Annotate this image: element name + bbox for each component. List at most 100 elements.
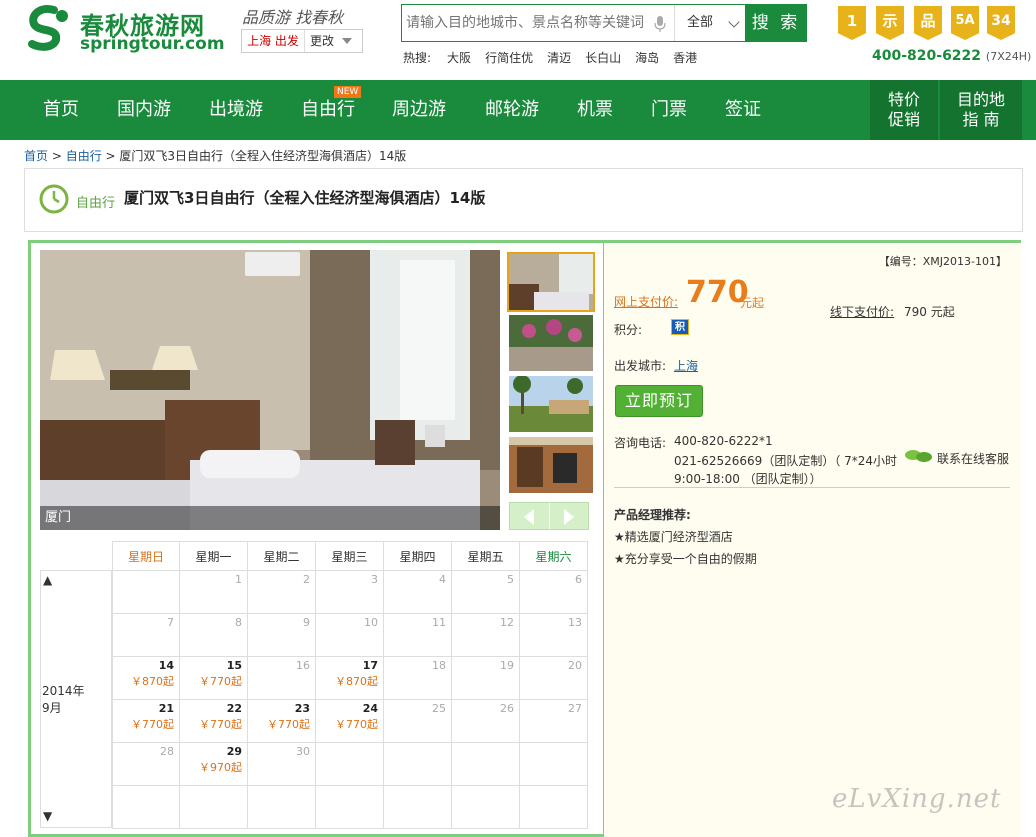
- calendar-day-cell[interactable]: 17 ￥870起: [316, 657, 384, 700]
- breadcrumb-free-travel[interactable]: 自由行: [66, 149, 102, 163]
- calendar-day-cell: 3: [316, 571, 384, 614]
- site-header: 春秋旅游网 springtour.com 品质游 找春秋 上海 出发 更改 全部…: [0, 0, 1036, 80]
- consult-phone-line: 021-62526669（团队定制）（ 7*24小时: [674, 454, 898, 468]
- main-photo[interactable]: [40, 250, 500, 530]
- nav-item-cruise[interactable]: 邮轮游: [485, 80, 539, 140]
- nav-item-flights[interactable]: 机票: [577, 80, 613, 140]
- departure-change-link[interactable]: 更改: [310, 30, 334, 52]
- calendar-day-price[interactable]: ￥770起: [335, 716, 378, 732]
- hot-search-item[interactable]: 长白山: [585, 51, 621, 65]
- calendar-day-cell[interactable]: 15 ￥770起: [180, 657, 248, 700]
- hot-search-item[interactable]: 清迈: [547, 51, 571, 65]
- calendar-day-cell: 5: [452, 571, 520, 614]
- nav-item-nearby[interactable]: 周边游: [392, 80, 446, 140]
- calendar-day-price[interactable]: ￥770起: [199, 673, 242, 689]
- calendar-day-price[interactable]: ￥870起: [335, 673, 378, 689]
- calendar-day-cell[interactable]: 23 ￥770起: [248, 700, 316, 743]
- online-service-link[interactable]: 联系在线客服: [937, 450, 1009, 467]
- calendar-day-number: 12: [500, 616, 514, 629]
- badge-shield-icon[interactable]: 示: [876, 6, 904, 40]
- badge-shield-icon[interactable]: 品: [914, 6, 942, 40]
- search-category-select[interactable]: 全部: [674, 5, 746, 41]
- thumbnail-storefront-image: [509, 437, 593, 493]
- calendar-day-cell[interactable]: 29 ￥970起: [180, 743, 248, 786]
- calendar-day-cell: 13: [520, 614, 588, 657]
- hot-search-item[interactable]: 香港: [673, 51, 697, 65]
- points-icon: 积: [671, 319, 689, 335]
- calendar-day-number: 24: [362, 702, 378, 715]
- calendar-day-cell[interactable]: 21 ￥770起: [112, 700, 180, 743]
- manager-recommend-item: ★精选厦门经济型酒店: [614, 530, 733, 544]
- thumbnail-room-image: [509, 254, 593, 310]
- nav-item-tickets[interactable]: 门票: [651, 80, 687, 140]
- nav-item-domestic[interactable]: 国内游: [117, 80, 171, 140]
- site-logo[interactable]: 春秋旅游网 springtour.com: [24, 4, 229, 54]
- calendar-day-cell[interactable]: 24 ￥770起: [316, 700, 384, 743]
- thumbnail-pager: [509, 502, 589, 530]
- new-badge: NEW: [334, 86, 362, 98]
- online-price-label[interactable]: 网上支付价:: [614, 293, 678, 310]
- search-input[interactable]: [406, 11, 652, 35]
- breadcrumb-current: 厦门双飞3日自由行（全程入住经济型海俱酒店）14版: [119, 149, 407, 163]
- calendar-day-cell: 4: [384, 571, 452, 614]
- nav-item-destination-guide[interactable]: 目的地 指 南: [940, 80, 1022, 140]
- calendar-weekday-header: 星期六: [520, 541, 588, 571]
- calendar-weekday-header: 星期三: [316, 541, 384, 571]
- nav-item-home[interactable]: 首页: [43, 80, 79, 140]
- calendar-day-cell[interactable]: 14 ￥870起: [112, 657, 180, 700]
- departure-selector[interactable]: 上海 出发 更改: [241, 29, 363, 53]
- booking-panel: 【编号：XMJ2013-101】 网上支付价: 770 元起 线下支付价: 79…: [603, 243, 1021, 837]
- nav-item-outbound[interactable]: 出境游: [209, 80, 263, 140]
- chat-bubble-icon[interactable]: [904, 449, 934, 463]
- search-button[interactable]: 搜 索: [745, 4, 807, 42]
- calendar-day-cell: 27: [520, 700, 588, 743]
- thumbnail[interactable]: [509, 437, 593, 493]
- calendar-day-number: 9: [303, 616, 310, 629]
- hot-search-item[interactable]: 海岛: [635, 51, 659, 65]
- calendar-day-price[interactable]: ￥770起: [131, 716, 174, 732]
- microphone-icon[interactable]: [654, 15, 666, 33]
- nav-item-visa[interactable]: 签证: [725, 80, 761, 140]
- calendar-day-number: 26: [500, 702, 514, 715]
- calendar-day-number: 13: [568, 616, 582, 629]
- book-now-button[interactable]: 立即预订: [615, 385, 703, 417]
- badge-shield-icon[interactable]: 5A: [951, 6, 979, 40]
- calendar-next-icon[interactable]: ▼: [43, 809, 52, 823]
- badge-shield-icon[interactable]: 34: [987, 6, 1015, 40]
- arrow-right-icon[interactable]: [564, 509, 574, 525]
- thumbnail[interactable]: [507, 252, 595, 312]
- calendar-day-cell: 2: [248, 571, 316, 614]
- calendar-month-column: ▲ 2014年 9月 ▼: [40, 570, 112, 828]
- calendar-day-price[interactable]: ￥770起: [267, 716, 310, 732]
- calendar-prev-icon[interactable]: ▲: [43, 573, 52, 587]
- badge-shield-icon[interactable]: 1: [838, 6, 866, 40]
- calendar-day-number: 18: [432, 659, 446, 672]
- hot-search-item[interactable]: 行简住优: [485, 51, 533, 65]
- calendar-day-price[interactable]: ￥970起: [199, 759, 242, 775]
- photo-caption: 厦门: [40, 506, 500, 530]
- calendar-day-price[interactable]: ￥870起: [131, 673, 174, 689]
- calendar-weekday-header: 星期日: [112, 541, 180, 571]
- arrow-left-icon[interactable]: [524, 509, 534, 525]
- calendar-day-cell[interactable]: 22 ￥770起: [180, 700, 248, 743]
- nav-item-promotions[interactable]: 特价 促销: [870, 80, 938, 140]
- calendar-day-price[interactable]: ￥770起: [199, 716, 242, 732]
- hot-search-item[interactable]: 大阪: [447, 51, 471, 65]
- calendar-day-cell: 1: [180, 571, 248, 614]
- calendar-day-number: 1: [235, 573, 242, 586]
- calendar-day-number: 28: [160, 745, 174, 758]
- calendar-weekday-header: 星期二: [248, 541, 316, 571]
- calendar-day-cell: 30: [248, 743, 316, 786]
- logo-english-text: springtour.com: [80, 34, 225, 54]
- clock-icon: [39, 184, 69, 214]
- offline-price-label[interactable]: 线下支付价:: [830, 303, 894, 320]
- thumbnail[interactable]: [509, 376, 593, 432]
- thumbnail[interactable]: [509, 315, 593, 371]
- calendar-day-cell: 18: [384, 657, 452, 700]
- product-type-tag: 自由行: [76, 196, 116, 211]
- calendar-day-cell: 26: [452, 700, 520, 743]
- nav-side-line: 目的地: [956, 90, 1005, 109]
- departure-city-link[interactable]: 上海: [674, 357, 698, 374]
- breadcrumb-home[interactable]: 首页: [24, 149, 48, 163]
- calendar-day-cell: [520, 743, 588, 786]
